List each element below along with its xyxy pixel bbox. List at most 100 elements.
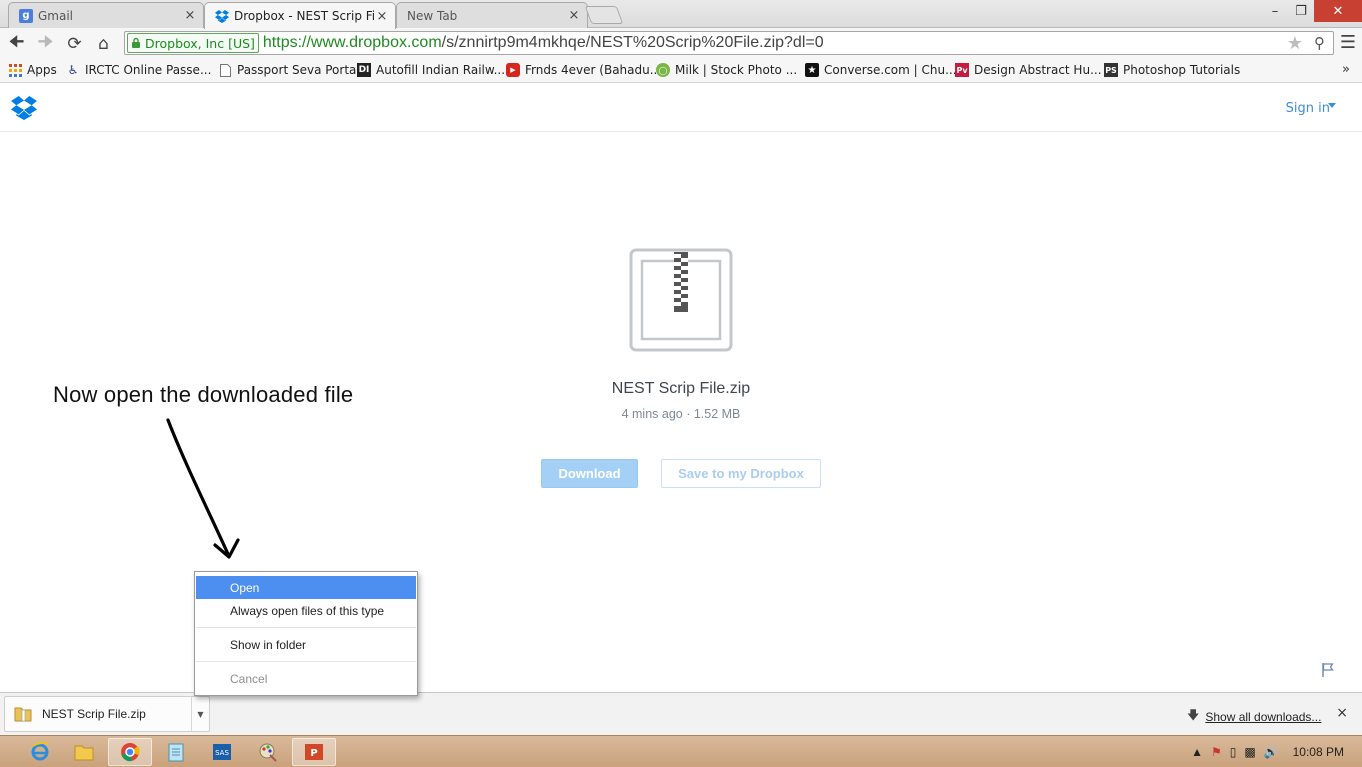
download-button[interactable]: Download — [541, 459, 638, 488]
svg-text:P: P — [310, 748, 317, 759]
windows-taskbar: SAS P ▲ ⚑ ▯ ▩ 🔊 10:08 PM — [0, 735, 1362, 767]
tab-title: Dropbox - NEST Scrip File — [234, 9, 375, 23]
report-flag-icon[interactable] — [1320, 662, 1336, 678]
menu-item-always-open[interactable]: Always open files of this type — [195, 599, 417, 622]
menu-item-open[interactable]: Open — [196, 576, 416, 599]
file-name: NEST Scrip File.zip — [611, 380, 751, 397]
internet-explorer-icon[interactable] — [18, 738, 62, 766]
download-context-menu: Open Always open files of this type Show… — [194, 571, 418, 696]
sign-in-link[interactable]: Sign in — [1286, 101, 1330, 116]
action-center-flag-icon[interactable]: ⚑ — [1211, 745, 1222, 759]
caret-down-icon[interactable] — [1328, 103, 1336, 108]
url-host: https://www.dropbox.com — [262, 34, 442, 51]
restore-icon[interactable]: ❐ — [1288, 0, 1314, 22]
file-meta: 4 mins ago · 1.52 MB — [621, 407, 741, 421]
bookmark-label: IRCTC Online Passe... — [85, 63, 212, 77]
menu-item-show-in-folder[interactable]: Show in folder — [195, 633, 417, 656]
bookmark-label: Passport Seva Portal — [237, 63, 360, 77]
dropbox-header: Sign in — [0, 84, 1362, 132]
extension-key-icon[interactable]: ⚲ — [1314, 34, 1325, 52]
converse-star-icon: ★ — [805, 63, 819, 77]
bookmarks-bar: Apps ♿ IRCTC Online Passe... Passport Se… — [0, 59, 1362, 83]
bookmark-design-abstract[interactable]: Pv Design Abstract Hu... — [955, 63, 1102, 77]
svg-text:SAS: SAS — [215, 749, 229, 757]
dropbox-icon — [215, 9, 229, 23]
ps-icon: PS — [1104, 63, 1118, 77]
bookmark-label: Photoshop Tutorials — [1123, 63, 1241, 77]
bookmark-frnds-4ever[interactable]: ▶ Frnds 4ever (Bahadu... — [506, 63, 661, 77]
bookmark-photoshop-tutorials[interactable]: PS Photoshop Tutorials — [1104, 63, 1240, 77]
new-tab-button[interactable] — [584, 6, 624, 24]
show-all-downloads-link[interactable]: Show all downloads... — [1205, 710, 1321, 724]
pv-icon: Pv — [955, 63, 969, 77]
bookmark-label: Milk | Stock Photo ... — [675, 63, 798, 77]
chrome-icon[interactable] — [108, 738, 152, 766]
window-close-icon[interactable]: ✕ — [1314, 0, 1362, 22]
tab-close-icon[interactable]: × — [183, 8, 197, 23]
window-controls: – ❐ ✕ — [1262, 0, 1362, 22]
download-item[interactable]: NEST Scrip File.zip ▼ — [4, 696, 210, 732]
bookmark-converse[interactable]: ★ Converse.com | Chu... — [805, 63, 957, 77]
show-all-downloads[interactable]: 🡇 Show all downloads... — [1187, 706, 1321, 727]
save-to-dropbox-button[interactable]: Save to my Dropbox — [661, 459, 821, 488]
powerpoint-icon[interactable]: P — [292, 738, 336, 766]
shelf-close-icon[interactable]: × — [1336, 705, 1348, 721]
apps-grid-icon — [8, 63, 22, 77]
menu-separator — [196, 627, 416, 628]
forward-arrow-icon[interactable]: 🠊 — [31, 30, 60, 58]
tray-overflow-icon[interactable]: ▲ — [1191, 745, 1203, 759]
browser-toolbar: 🠈 🠊 ⟳ ⌂ Dropbox, Inc [US] https://www.dr… — [0, 28, 1362, 59]
menu-separator — [196, 661, 416, 662]
screen: g Gmail × Dropbox - NEST Scrip File × Ne… — [0, 0, 1362, 767]
bookmark-label: Apps — [27, 63, 57, 77]
network-signal-icon[interactable]: ▩ — [1244, 745, 1255, 759]
annotation-text: Now open the downloaded file — [53, 382, 354, 407]
reload-icon[interactable]: ⟳ — [60, 30, 89, 58]
bookmark-irctc[interactable]: ♿ IRCTC Online Passe... — [66, 63, 212, 77]
file-explorer-icon[interactable] — [62, 738, 106, 766]
tab-dropbox[interactable]: Dropbox - NEST Scrip File × — [204, 2, 396, 29]
bookmark-label: Autofill Indian Railw... — [376, 63, 506, 77]
bookmark-apps[interactable]: Apps — [8, 63, 57, 77]
address-bar[interactable]: Dropbox, Inc [US] https://www.dropbox.co… — [124, 31, 1334, 55]
home-icon[interactable]: ⌂ — [89, 30, 118, 58]
sas-icon[interactable]: SAS — [200, 738, 244, 766]
bookmarks-overflow-icon[interactable]: » — [1342, 62, 1350, 77]
menu-item-cancel[interactable]: Cancel — [195, 667, 417, 690]
bookmark-milk-stock-photo[interactable]: ◯ Milk | Stock Photo ... — [656, 63, 797, 77]
download-shelf: NEST Scrip File.zip ▼ 🡇 Show all downloa… — [0, 692, 1362, 735]
lock-icon — [132, 37, 140, 48]
ev-certificate-badge[interactable]: Dropbox, Inc [US] — [127, 33, 259, 53]
bookmark-passport-seva[interactable]: Passport Seva Portal — [218, 63, 360, 77]
page-icon — [218, 63, 232, 77]
notepad-icon[interactable] — [154, 738, 198, 766]
minimize-icon[interactable]: – — [1262, 0, 1288, 22]
milk-icon: ◯ — [656, 63, 670, 77]
youtube-icon: ▶ — [506, 63, 520, 77]
irctc-icon: ♿ — [67, 63, 79, 77]
tab-gmail[interactable]: g Gmail × — [8, 2, 204, 28]
di-icon: DI — [357, 63, 371, 77]
ev-label: Dropbox, Inc [US] — [145, 35, 255, 51]
chrome-menu-icon[interactable]: ☰ — [1340, 32, 1356, 53]
dropdown-arrow-icon[interactable]: ▼ — [191, 697, 209, 731]
tab-new-tab[interactable]: New Tab × — [396, 2, 588, 28]
tab-close-icon[interactable]: × — [375, 9, 389, 24]
back-arrow-icon[interactable]: 🠈 — [2, 30, 31, 58]
bookmark-star-icon[interactable]: ★ — [1287, 33, 1303, 54]
bookmark-autofill-railway[interactable]: DI Autofill Indian Railw... — [357, 63, 505, 77]
url-text[interactable]: https://www.dropbox.com/s/znnirtp9m4mkhq… — [263, 34, 824, 52]
zip-folder-icon — [14, 707, 32, 722]
bookmark-label: Converse.com | Chu... — [824, 63, 957, 77]
bookmark-label: Frnds 4ever (Bahadu... — [525, 63, 662, 77]
volume-icon[interactable]: 🔊 — [1264, 745, 1279, 759]
battery-icon[interactable]: ▯ — [1230, 745, 1237, 759]
taskbar-clock[interactable]: 10:08 PM — [1293, 745, 1344, 759]
tab-strip: g Gmail × Dropbox - NEST Scrip File × Ne… — [0, 0, 1362, 29]
dropbox-logo-icon[interactable] — [11, 96, 37, 120]
download-file-name: NEST Scrip File.zip — [42, 707, 146, 721]
zip-file-icon — [629, 248, 733, 352]
tab-close-icon[interactable]: × — [567, 8, 581, 23]
paint-icon[interactable] — [246, 738, 290, 766]
url-path: /s/znnirtp9m4mkhqe/NEST%20Scrip%20File.z… — [441, 34, 824, 51]
